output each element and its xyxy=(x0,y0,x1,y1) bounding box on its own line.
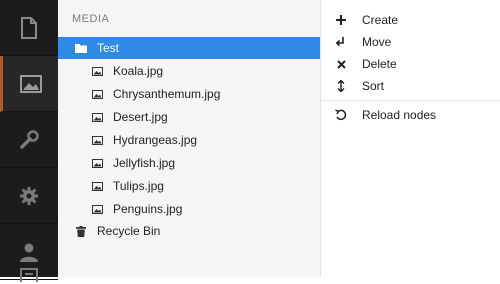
menu-item-label: Create xyxy=(362,13,399,27)
menu-item-label: Move xyxy=(362,35,392,49)
reload-icon xyxy=(334,109,348,121)
rail-item-settings[interactable] xyxy=(0,112,58,168)
rail-item-developer[interactable] xyxy=(0,168,58,224)
tree-node-child[interactable]: Desert.jpg xyxy=(58,106,320,128)
menu-item-label: Reload nodes xyxy=(362,108,437,122)
tree-node-root[interactable]: Test xyxy=(58,37,320,59)
tree-node-recycle-bin[interactable]: Recycle Bin xyxy=(58,220,320,242)
rail-item-forms[interactable] xyxy=(0,264,58,284)
document-icon xyxy=(21,16,37,39)
image-icon xyxy=(19,74,42,93)
trash-icon xyxy=(74,224,88,238)
move-icon xyxy=(334,37,348,47)
tree-node-label: Koala.jpg xyxy=(113,64,164,78)
menu-item-label: Sort xyxy=(362,79,385,93)
rail-item-content[interactable] xyxy=(0,0,58,56)
tree-node-label: Test xyxy=(97,41,120,55)
image-file-icon xyxy=(90,202,104,216)
tree-node-label: Penguins.jpg xyxy=(113,202,183,216)
image-file-icon xyxy=(90,64,104,78)
plus-icon xyxy=(334,15,348,25)
tree-node-child[interactable]: Chrysanthemum.jpg xyxy=(58,83,320,105)
tree-node-child[interactable]: Koala.jpg xyxy=(58,60,320,82)
menu-item-label: Delete xyxy=(362,57,397,71)
rail-item-media[interactable] xyxy=(0,56,58,112)
tree-node-label: Desert.jpg xyxy=(113,110,168,124)
section-title: MEDIA xyxy=(72,13,110,25)
image-file-icon xyxy=(90,179,104,193)
tree-node-child[interactable]: Penguins.jpg xyxy=(58,198,320,220)
menu-item-move[interactable]: Move xyxy=(321,31,500,53)
sort-icon xyxy=(334,80,348,92)
tree-node-child[interactable]: Tulips.jpg xyxy=(58,175,320,197)
menu-item-reload-nodes[interactable]: Reload nodes xyxy=(321,104,500,126)
tree-node-child[interactable]: Hydrangeas.jpg xyxy=(58,129,320,151)
close-icon xyxy=(334,59,348,69)
image-file-icon xyxy=(90,87,104,101)
menu-item-delete[interactable]: Delete xyxy=(321,53,500,75)
menu-item-sort[interactable]: Sort xyxy=(321,75,500,97)
menu-separator xyxy=(321,100,500,101)
media-tree-panel: MEDIA Test Koala.jpg Chrysanthemum.jpg D… xyxy=(58,0,320,277)
actions-menu: Create Move Delete Sort Reload nodes xyxy=(320,0,500,277)
form-icon xyxy=(20,268,38,282)
menu-item-create[interactable]: Create xyxy=(321,9,500,31)
folder-icon xyxy=(74,41,88,55)
tree-node-label: Recycle Bin xyxy=(97,224,161,238)
tree-node-label: Chrysanthemum.jpg xyxy=(113,87,221,101)
section-rail xyxy=(0,0,58,282)
tree-node-label: Hydrangeas.jpg xyxy=(113,133,198,147)
tree-node-label: Tulips.jpg xyxy=(113,179,164,193)
tree-node-child[interactable]: Jellyfish.jpg xyxy=(58,152,320,174)
gear-icon xyxy=(20,186,38,205)
wrench-icon xyxy=(20,129,39,149)
tree-node-label: Jellyfish.jpg xyxy=(113,156,176,170)
image-file-icon xyxy=(90,156,104,170)
image-file-icon xyxy=(90,133,104,147)
image-file-icon xyxy=(90,110,104,124)
user-icon xyxy=(20,243,38,262)
